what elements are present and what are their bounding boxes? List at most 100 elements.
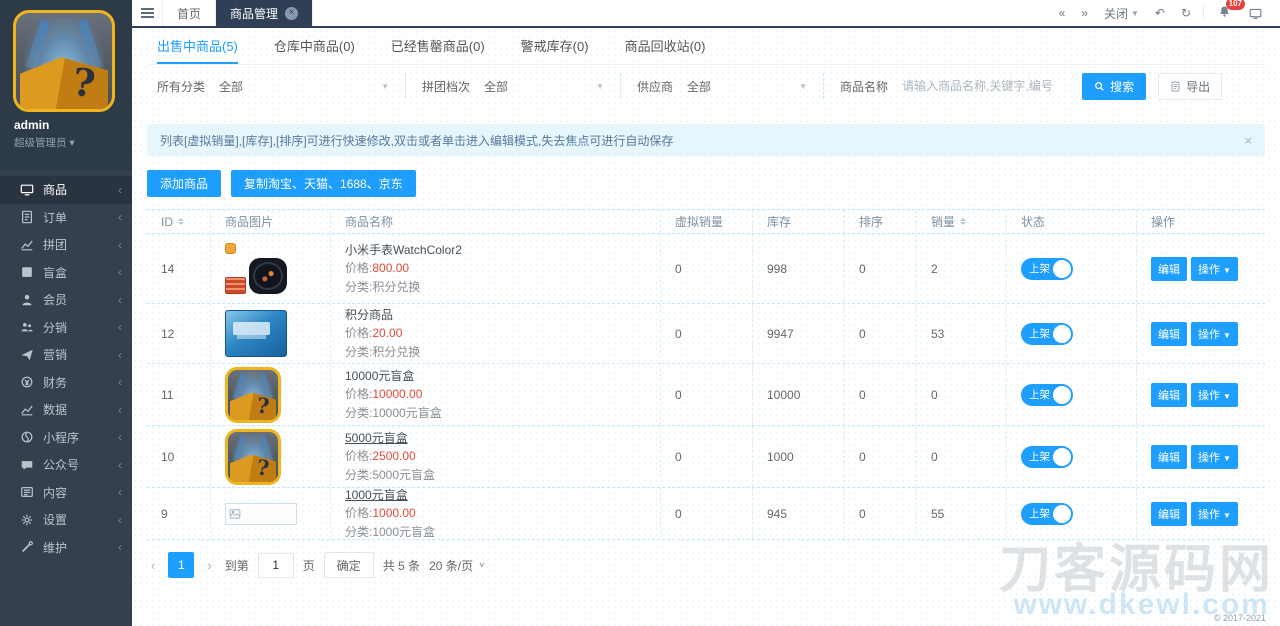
virtual-sales-value[interactable]: 0 [661,364,753,425]
prev-page-icon[interactable]: ‹ [147,558,159,573]
more-actions-button[interactable]: 操作 ▼ [1191,382,1238,407]
sidebar-item-data[interactable]: 数据 ‹ [0,396,132,424]
goods-name[interactable]: 5000元盲盒 [345,429,435,448]
goods-image-cell[interactable]: ? [211,364,331,425]
search-button[interactable]: 搜索 [1082,72,1147,100]
supplier-select[interactable]: 全部 ▼ [687,78,807,95]
goods-image-cell[interactable]: ? [211,426,331,487]
more-actions-button[interactable]: 操作 ▼ [1191,444,1238,469]
edit-button[interactable]: 编辑 [1151,321,1187,346]
goods-name[interactable]: 小米手表WatchColor2 [345,241,462,260]
next-page-icon[interactable]: › [203,558,215,573]
more-actions-button[interactable]: 操作 ▼ [1191,501,1238,526]
sort-value[interactable]: 0 [845,234,917,303]
sidebar-item-blindbox[interactable]: 盲盒 ‹ [0,259,132,287]
on-sale-toggle[interactable]: 上架 [1021,502,1073,525]
header-sales[interactable]: 销量 [917,210,1007,233]
virtual-sales-value[interactable]: 0 [661,234,753,303]
virtual-sales-value[interactable]: 0 [661,488,753,539]
user-role-dropdown[interactable]: 超级管理员 ▾ [14,135,132,150]
goods-image-cell[interactable] [211,304,331,363]
sort-value[interactable]: 0 [845,426,917,487]
stock-value[interactable]: 945 [753,488,845,539]
add-goods-button[interactable]: 添加商品 [147,170,222,197]
sidebar-item-settings[interactable]: 设置 ‹ [0,506,132,534]
refresh-icon[interactable]: ↻ [1173,6,1199,20]
hint-text: 列表[虚拟销量],[库存],[排序]可进行快速修改,双击或者单击进入编辑模式,失… [160,133,674,148]
stock-value[interactable]: 1000 [753,426,845,487]
tab-recycle-bin[interactable]: 商品回收站(0) [625,28,706,64]
stock-value[interactable]: 10000 [753,364,845,425]
edit-button[interactable]: 编辑 [1151,444,1187,469]
sort-value[interactable]: 0 [845,364,917,425]
close-banner-icon[interactable]: × [1244,133,1252,148]
tab-home[interactable]: 首页 [162,0,217,26]
tab-goods-management[interactable]: 商品管理 × [216,0,314,26]
sidebar-item-groupbuy[interactable]: 拼团 ‹ [0,231,132,259]
tab-stock-alert[interactable]: 警戒库存(0) [521,28,589,64]
current-page-button[interactable]: 1 [168,552,195,578]
on-sale-toggle[interactable]: 上架 [1021,257,1073,280]
copy-from-platforms-button[interactable]: 复制淘宝、天猫、1688、京东 [231,170,416,197]
group-tier-select[interactable]: 全部 ▼ [484,78,604,95]
export-button[interactable]: 导出 [1158,72,1223,100]
sales-value: 53 [917,304,1007,363]
goods-name[interactable]: 积分商品 [345,306,420,325]
close-tab-icon[interactable]: × [285,6,299,20]
sidebar-item-orders[interactable]: 订单 ‹ [0,204,132,232]
sidebar-item-wechat[interactable]: 公众号 ‹ [0,451,132,479]
tab-sold-out[interactable]: 已经售罄商品(0) [391,28,485,64]
sidebar-item-goods[interactable]: 商品 ‹ [0,176,132,204]
goods-category: 分类:1000元盲盒 [345,524,436,539]
virtual-sales-value[interactable]: 0 [661,304,753,363]
sort-value[interactable]: 0 [845,304,917,363]
goto-confirm-button[interactable]: 确定 [323,552,374,578]
on-sale-toggle[interactable]: 上架 [1021,383,1073,406]
more-actions-button[interactable]: 操作 ▼ [1191,321,1238,346]
sidebar-item-content[interactable]: 内容 ‹ [0,479,132,507]
on-sale-toggle[interactable]: 上架 [1021,445,1073,468]
marketing-icon [20,348,34,362]
sidebar-item-maintain[interactable]: 维护 ‹ [0,534,132,562]
menu-toggle-icon[interactable] [132,0,162,26]
stock-value[interactable]: 998 [753,234,845,303]
sort-icon[interactable] [178,218,184,225]
goods-name[interactable]: 10000元盲盒 [345,367,442,386]
per-page-select[interactable]: 20 条/页 ˅ [429,557,484,574]
back-icon[interactable]: ↶ [1147,6,1173,20]
more-actions-button[interactable]: 操作 ▼ [1191,256,1238,281]
fullscreen-icon[interactable] [1241,7,1270,20]
category-select[interactable]: 全部 ▼ [219,78,389,95]
goods-image-cell[interactable] [211,234,331,303]
copyright: © 2017-2021 [1213,613,1266,623]
chevron-down-icon: ▼ [1223,453,1231,463]
goods-id: 11 [147,364,211,425]
tab-on-sale[interactable]: 出售中商品(5) [157,28,238,64]
sidebar: ? admin 超级管理员 ▾ 商品‹ 订单‹ 拼团‹ 盲盒‹ 会员‹ [0,0,132,626]
edit-button[interactable]: 编辑 [1151,256,1187,281]
header-id[interactable]: ID [147,210,211,233]
sidebar-item-marketing[interactable]: 营销 ‹ [0,341,132,369]
sidebar-item-miniapp[interactable]: 小程序 ‹ [0,424,132,452]
close-tabs-dropdown[interactable]: 关闭 ▼ [1096,5,1147,22]
on-sale-toggle[interactable]: 上架 [1021,322,1073,345]
goods-name-input[interactable] [902,79,1055,93]
scroll-left-icon[interactable]: « [1051,6,1074,20]
sidebar-item-finance[interactable]: 财务 ‹ [0,369,132,397]
table-header: ID 商品图片 商品名称 虚拟销量 库存 排序 销量 状态 操作 [147,209,1265,234]
edit-button[interactable]: 编辑 [1151,501,1187,526]
goto-page-input[interactable] [257,552,294,578]
notifications-button[interactable]: 107 [1208,0,1245,21]
sort-icon[interactable] [960,218,967,225]
sidebar-item-member[interactable]: 会员 ‹ [0,286,132,314]
sort-value[interactable]: 0 [845,488,917,539]
goods-image-cell[interactable] [211,488,331,539]
virtual-sales-value[interactable]: 0 [661,426,753,487]
sidebar-item-distribution[interactable]: 分销 ‹ [0,314,132,342]
edit-button[interactable]: 编辑 [1151,382,1187,407]
goods-name[interactable]: 1000元盲盒 [345,486,435,505]
scroll-right-icon[interactable]: » [1073,6,1096,20]
stock-value[interactable]: 9947 [753,304,845,363]
content: 出售中商品(5) 仓库中商品(0) 已经售罄商品(0) 警戒库存(0) 商品回收… [132,28,1280,626]
tab-in-warehouse[interactable]: 仓库中商品(0) [274,28,355,64]
